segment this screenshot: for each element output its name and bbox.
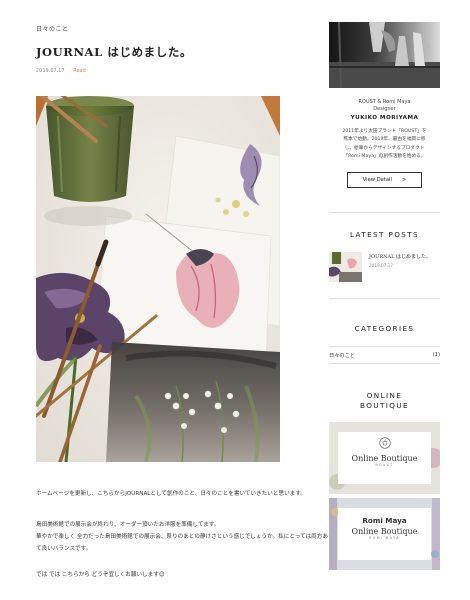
banner-subtitle: ROMI MAYA	[369, 536, 400, 540]
sidebar-divider	[329, 212, 440, 213]
banner-brand: Romi Maya	[362, 516, 407, 525]
view-detail-label: View Detail	[362, 177, 392, 183]
profile-bio-line: し、絵筆からデザインするプロダクト	[344, 145, 425, 151]
sidebar-divider	[329, 298, 440, 299]
categories-heading: CATEGORIES	[354, 324, 415, 333]
hero-watercolor-image	[36, 96, 280, 462]
post-paragraph-line: 島田美術館での展示会が終わり、オーダー頂いたお洋服を準備してます。	[36, 522, 220, 528]
profile-role-line: ROUST & Romi Maya	[358, 99, 411, 105]
profile-bio: 2011年より太田ブランド「ROUST」を 熊本で始動。2019年、最古を福岡に…	[329, 128, 440, 161]
profile-role: ROUST & Romi Maya Designer	[329, 99, 440, 113]
latest-post-date: 2019.07.17	[369, 263, 393, 268]
category-name: 日々のこと	[329, 352, 355, 359]
profile-bio-line: 2011年より太田ブランド「ROUST」を	[342, 129, 427, 134]
shop-logo-icon	[378, 437, 391, 449]
watercolor-illustration	[36, 96, 280, 462]
post-meta: 2019.07.17 Read	[36, 68, 86, 74]
banner-card: Online Boutique ROUST	[338, 432, 431, 484]
online-boutique-heading-line: ONLINE	[366, 391, 403, 400]
online-boutique-banner-roust[interactable]: Online Boutique ROUST	[329, 422, 440, 494]
online-boutique-heading-line: BOUTIQUE	[360, 401, 409, 410]
banner-subtitle: ROUST	[375, 463, 394, 467]
category-count: (1)	[432, 352, 440, 358]
studio-photo-image	[329, 22, 440, 88]
profile-name: YUKIKO MORIYAMA	[350, 115, 419, 121]
post-paragraph: ホームページを更新し、こちらからJOURNALとして創作のこと、日々のことを書い…	[36, 491, 306, 497]
profile-photo	[329, 22, 440, 88]
online-boutique-heading: ONLINE BOUTIQUE	[329, 391, 440, 411]
post-date: 2019.07.17	[36, 68, 65, 74]
profile-bio-line: 「Romi Maya」の創作活動を始める。	[343, 153, 426, 159]
latest-post-thumbnail[interactable]	[329, 252, 362, 282]
post-paragraph: では では こちらから どうぞ宜しくお願いします😊	[36, 572, 165, 578]
chevron-right-icon: >	[401, 177, 407, 183]
post-paragraph-line: 華やかで楽しく 全力だった島田美術館での展示会、祭りのあとの静けさという感じでし…	[36, 534, 334, 552]
online-boutique-banner-romi-maya[interactable]: Romi Maya Online Boutique ROMI MAYA	[329, 498, 440, 570]
banner-card: Romi Maya Online Boutique ROMI MAYA	[338, 508, 431, 560]
profile-bio-line: 熊本で始動。2019年、最古を福岡に移	[343, 137, 426, 143]
latest-post-title[interactable]: JOURNAL はじめました。	[369, 253, 431, 260]
latest-posts-heading: LATEST POSTS	[349, 230, 419, 239]
post-title: JOURNAL はじめました。	[36, 45, 193, 59]
banner-title: Online Boutique	[351, 454, 418, 463]
profile-role-line: Designer	[373, 106, 396, 112]
latest-post-thumbnail-image	[329, 252, 362, 282]
post-paragraph: 島田美術館での展示会が終わり、オーダー頂いたお洋服を準備してます。 華やかで楽し…	[36, 519, 336, 555]
category-item[interactable]: 日々のこと (1)	[329, 346, 440, 364]
banner-title: Online Boutique	[351, 527, 418, 536]
post-category[interactable]: 日々のこと	[36, 24, 69, 33]
post-tag[interactable]: Read	[73, 68, 86, 74]
view-detail-button[interactable]: View Detail >	[347, 172, 422, 188]
